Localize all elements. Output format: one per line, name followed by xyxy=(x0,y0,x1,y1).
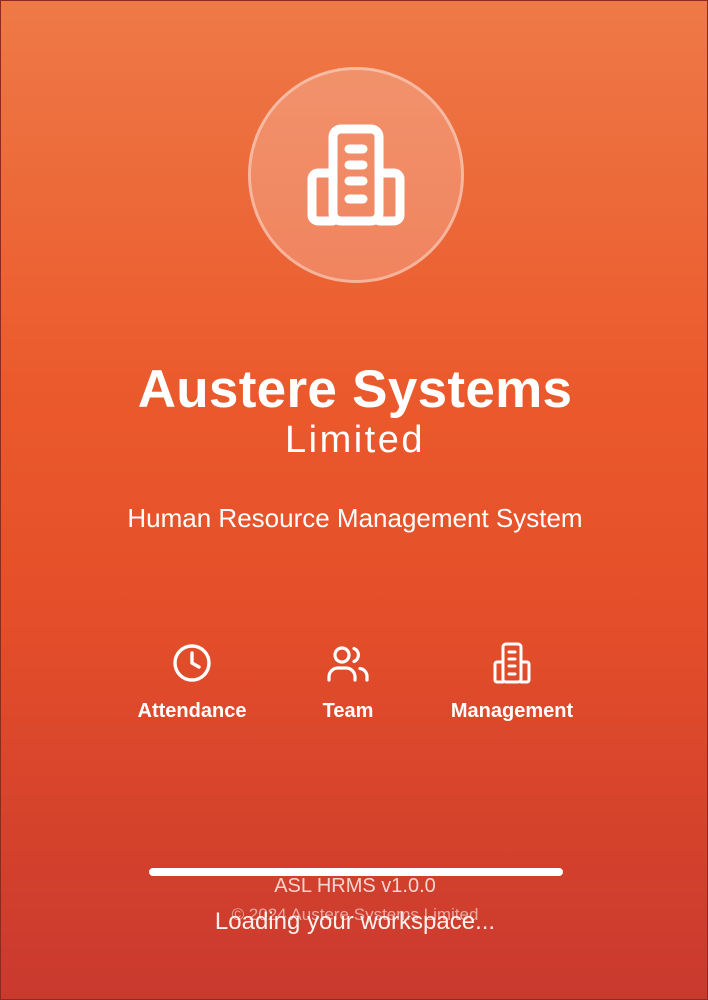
feature-team: Team xyxy=(258,641,438,723)
feature-management: Management xyxy=(422,641,602,723)
feature-label: Management xyxy=(450,700,574,722)
feature-attendance: Attendance xyxy=(102,641,282,723)
app-subtitle: Human Resource Management System xyxy=(127,503,583,533)
app-version: ASL HRMS v1.0.0 xyxy=(274,875,436,897)
company-name: Austere Systems xyxy=(137,360,573,419)
clock-icon xyxy=(173,644,211,682)
feature-label: Team xyxy=(322,700,374,722)
splash-screen: Austere Systems Limited Human Resource M… xyxy=(0,0,708,1000)
building-icon xyxy=(307,124,405,226)
loading-status: Loading your workspace... xyxy=(214,908,496,935)
building-icon xyxy=(493,642,531,684)
logo-badge xyxy=(248,67,464,283)
feature-label: Attendance xyxy=(137,700,247,722)
users-icon xyxy=(327,646,369,682)
company-suffix: Limited xyxy=(285,419,425,461)
feature-list: Attendance Team Management xyxy=(1,641,707,731)
